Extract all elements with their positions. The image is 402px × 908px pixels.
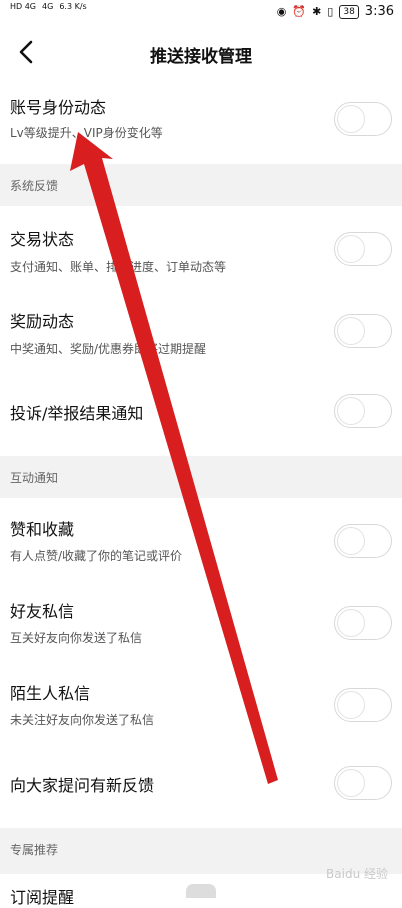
toggle-switch[interactable] <box>334 688 392 722</box>
row-subtitle: Lv等级提升、VIP身份变化等 <box>10 126 163 140</box>
toggle-switch[interactable] <box>334 232 392 266</box>
vibrate-icon: ▯ <box>327 5 334 18</box>
row-title: 赞和收藏 <box>10 520 75 539</box>
row-subtitle: 支付通知、账单、排队进度、订单动态等 <box>10 260 227 274</box>
toggle-knob <box>337 527 365 555</box>
section-header-feedback: 系统反馈 <box>0 164 402 206</box>
row-title: 好友私信 <box>10 602 75 621</box>
toggle-switch[interactable] <box>334 314 392 348</box>
toggle-switch[interactable] <box>334 524 392 558</box>
row-title: 交易状态 <box>10 230 75 249</box>
network-indicator-2: 4G <box>42 2 54 11</box>
bluetooth-icon: ✱ <box>312 5 322 18</box>
clock-time: 3:36 <box>364 4 394 19</box>
setting-row-likes: 赞和收藏 有人点赞/收藏了你的笔记或评价 <box>0 500 402 580</box>
section-label: 专属推荐 <box>10 843 59 857</box>
status-bar: HD 4G 4G 6.3 K/s ◉ ⏰ ✱ ▯ 38 3:36 <box>0 0 402 26</box>
network-indicator-1: HD 4G <box>10 2 37 11</box>
toggle-knob <box>337 609 365 637</box>
setting-row-transaction: 交易状态 支付通知、账单、排队进度、订单动态等 <box>0 208 402 288</box>
section-label: 系统反馈 <box>10 179 59 193</box>
row-subtitle: 中奖通知、奖励/优惠券即将过期提醒 <box>10 342 207 356</box>
toggle-knob <box>337 235 365 263</box>
toggle-switch-peek[interactable] <box>186 884 216 898</box>
setting-row-question-feedback: 向大家提问有新反馈 <box>0 746 402 822</box>
row-subtitle: 未关注好友向你发送了私信 <box>10 713 155 727</box>
row-title: 向大家提问有新反馈 <box>10 776 155 795</box>
toggle-knob <box>337 397 365 425</box>
row-title-peek: 订阅提醒 <box>10 888 75 907</box>
toggle-knob <box>337 769 365 797</box>
setting-row-account-status: 账号身份动态 Lv等级提升、VIP身份变化等 <box>0 84 402 158</box>
toggle-switch[interactable] <box>334 394 392 428</box>
network-speed: 6.3 K/s <box>59 2 87 11</box>
toggle-knob <box>337 317 365 345</box>
setting-row-friend-messages: 好友私信 互关好友向你发送了私信 <box>0 582 402 662</box>
page-title: 推送接收管理 <box>150 47 252 67</box>
toggle-switch[interactable] <box>334 102 392 136</box>
watermark: Baidu 经验 <box>326 867 388 881</box>
toggle-switch[interactable] <box>334 766 392 800</box>
setting-row-complaint: 投诉/举报结果通知 <box>0 372 402 450</box>
toggle-switch[interactable] <box>334 606 392 640</box>
toggle-knob <box>337 691 365 719</box>
row-title: 奖励动态 <box>10 312 75 331</box>
nav-header: 推送接收管理 <box>0 26 402 80</box>
row-subtitle: 有人点赞/收藏了你的笔记或评价 <box>10 549 183 563</box>
toggle-knob <box>337 105 365 133</box>
setting-row-rewards: 奖励动态 中奖通知、奖励/优惠券即将过期提醒 <box>0 290 402 370</box>
row-subtitle: 互关好友向你发送了私信 <box>10 631 143 645</box>
section-label: 互动通知 <box>10 471 59 485</box>
row-title: 账号身份动态 <box>10 98 107 117</box>
row-title: 投诉/举报结果通知 <box>10 404 144 423</box>
setting-row-stranger-messages: 陌生人私信 未关注好友向你发送了私信 <box>0 664 402 744</box>
battery-indicator: 38 <box>339 4 359 19</box>
section-header-interaction: 互动通知 <box>0 456 402 498</box>
eye-icon: ◉ <box>276 5 287 18</box>
alarm-icon: ⏰ <box>292 5 307 18</box>
row-title: 陌生人私信 <box>10 684 91 703</box>
